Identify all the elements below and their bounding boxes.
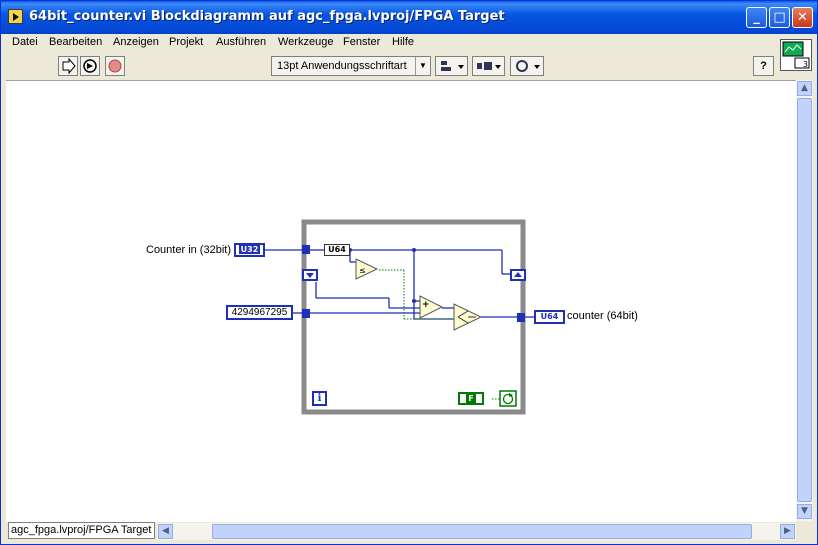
menu-ausfuehren[interactable]: Ausführen — [216, 36, 266, 48]
minimize-button[interactable]: _ — [746, 7, 767, 28]
less-equal-icon: ≤ — [359, 266, 366, 275]
counter-64bit-indicator[interactable]: U64 — [534, 310, 565, 324]
menu-anzeigen[interactable]: Anzeigen — [113, 36, 159, 48]
to-u64-conversion-node[interactable]: U64 — [324, 244, 350, 256]
distribute-objects-button[interactable] — [472, 56, 505, 76]
block-diagram-canvas[interactable]: ≤ Counter in (32bit) U32 U64 4294967295 … — [6, 80, 796, 522]
title-bar[interactable]: 64bit_counter.vi Blockdiagramm auf agc_f… — [1, 1, 817, 34]
output-tunnel[interactable] — [517, 313, 525, 322]
font-select-value: 13pt Anwendungsschriftart — [277, 60, 407, 72]
status-bar: agc_fpga.lvproj/FPGA Target ◀ ▶ — [6, 521, 813, 540]
distribute-icon — [477, 62, 501, 70]
menu-werkzeuge[interactable]: Werkzeuge — [278, 36, 333, 48]
iteration-terminal[interactable]: i — [312, 391, 327, 406]
align-icon — [441, 61, 464, 71]
run-continuously-icon — [83, 59, 97, 73]
counter-64bit-label: counter (64bit) — [567, 310, 638, 322]
chevron-down-icon: ▼ — [415, 57, 430, 75]
project-target-label[interactable]: agc_fpga.lvproj/FPGA Target — [8, 522, 155, 539]
boolean-wires — [379, 269, 501, 400]
toolbar: 13pt Anwendungsschriftart ▼ ? — [6, 53, 776, 79]
scroll-up-icon[interactable]: ▲ — [797, 81, 812, 96]
run-arrow-icon — [62, 57, 76, 75]
false-constant[interactable]: F — [458, 392, 484, 405]
vertical-scrollbar[interactable]: ▲ ▼ — [796, 80, 813, 521]
wire-junction — [412, 248, 416, 252]
align-objects-button[interactable] — [435, 56, 468, 76]
u32-type-label: U32 — [238, 245, 261, 254]
scroll-left-icon[interactable]: ◀ — [158, 524, 173, 539]
font-select[interactable]: 13pt Anwendungsschriftart ▼ — [271, 56, 431, 76]
horizontal-scroll-thumb[interactable] — [212, 524, 752, 539]
add-icon: + — [422, 300, 430, 310]
menu-bearbeiten[interactable]: Bearbeiten — [49, 36, 102, 48]
maximize-button[interactable]: □ — [769, 7, 790, 28]
help-icon: ? — [760, 60, 767, 72]
run-button[interactable] — [58, 56, 78, 76]
constant-value: 4294967295 — [231, 307, 288, 318]
abort-button[interactable] — [105, 56, 125, 76]
stop-icon — [108, 59, 122, 73]
close-button[interactable]: ✕ — [792, 7, 813, 28]
labview-app-icon[interactable] — [8, 9, 23, 24]
wire-junction — [412, 299, 416, 303]
u64-type-label: U64 — [540, 312, 559, 321]
constant-tunnel[interactable] — [302, 309, 310, 318]
menu-fenster[interactable]: Fenster — [343, 36, 380, 48]
u64-cast-label: U64 — [328, 245, 346, 254]
horizontal-scrollbar[interactable]: ◀ ▶ — [157, 523, 796, 540]
counter-in-terminal[interactable]: U32 — [234, 243, 265, 257]
counter-in-label: Counter in (32bit) — [146, 244, 231, 256]
vi-window: 64bit_counter.vi Blockdiagramm auf agc_f… — [0, 0, 818, 545]
menu-projekt[interactable]: Projekt — [169, 36, 203, 48]
scroll-right-icon[interactable]: ▶ — [780, 524, 795, 539]
reorder-icon — [516, 60, 540, 72]
constant-4294967295[interactable]: 4294967295 — [226, 305, 293, 320]
reorder-button[interactable] — [510, 56, 544, 76]
run-continuously-button[interactable] — [80, 56, 100, 76]
context-help-button[interactable]: ? — [753, 56, 774, 76]
menu-datei[interactable]: Datei — [12, 36, 38, 48]
diagram-svg: ≤ — [265, 219, 534, 415]
iteration-icon: i — [317, 393, 322, 404]
false-constant-label: F — [466, 394, 476, 403]
window-title: 64bit_counter.vi Blockdiagramm auf agc_f… — [29, 9, 505, 24]
menu-hilfe[interactable]: Hilfe — [392, 36, 414, 48]
vertical-scroll-thumb[interactable] — [797, 98, 812, 502]
vi-icon[interactable]: 3 — [780, 39, 812, 71]
input-tunnel[interactable] — [302, 245, 310, 254]
menu-bar: Datei Bearbeiten Anzeigen Projekt Ausfüh… — [6, 34, 776, 52]
scroll-down-icon[interactable]: ▼ — [797, 504, 812, 519]
context-number: 3 — [802, 60, 808, 69]
